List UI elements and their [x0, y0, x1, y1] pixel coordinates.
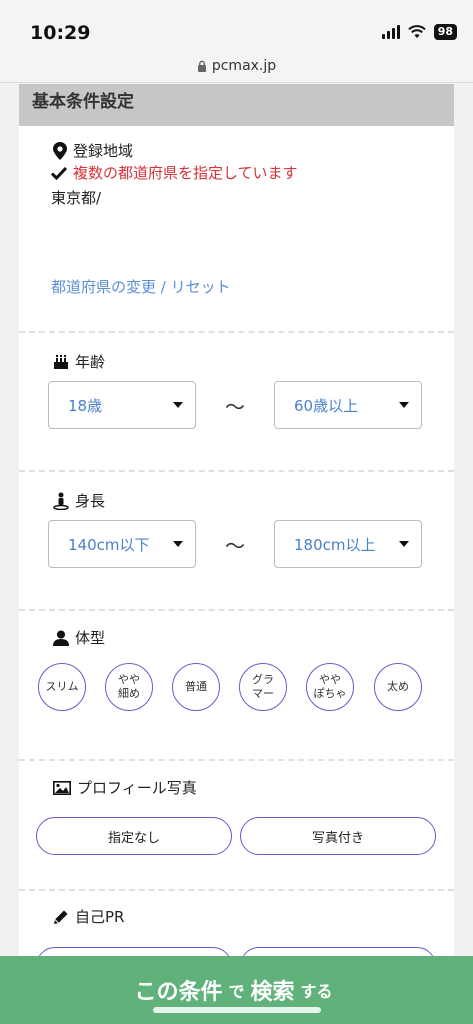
area-block: 登録地域 複数の都道府県を指定しています 東京都/ 都道府県の変更 / リセット [19, 126, 454, 333]
height-title: 身長 [19, 490, 105, 511]
body-type-option-slender[interactable]: やや 細め [105, 663, 153, 711]
signal-icon [381, 25, 400, 39]
age-min-select[interactable]: 18歳 [48, 381, 196, 429]
height-title-label: 身長 [75, 492, 106, 510]
url-text: pcmax.jp [211, 58, 277, 74]
search-button-text-1: この条件 [134, 980, 223, 1005]
person-height-icon [53, 492, 69, 510]
profile-photo-title: プロフィール写真 [19, 777, 197, 798]
area-value: 東京都/ [51, 189, 102, 207]
lock-icon [197, 60, 206, 72]
body-type-option-chubby[interactable]: やや ぽちゃ [306, 663, 354, 711]
age-max-select[interactable]: 60歳以上 [274, 381, 422, 429]
photo-option-unspecified[interactable]: 指定なし [36, 817, 232, 855]
pencil-icon [54, 910, 68, 924]
search-button-text-2: で [228, 982, 245, 1001]
search-button-text-4: する [300, 982, 333, 1001]
area-status-text: 複数の都道府県を指定しています [73, 164, 298, 182]
area-status: 複数の都道府県を指定しています [51, 162, 298, 183]
range-separator: 〜 [225, 395, 245, 419]
self-pr-title: 自己PR [19, 906, 124, 927]
map-pin-icon [53, 141, 67, 160]
self-pr-title-label: 自己PR [75, 908, 125, 926]
area-title-label: 登録地域 [73, 142, 134, 160]
chevron-down-icon [173, 402, 183, 408]
age-block: 年齢 18歳 〜 60歳以上 [19, 333, 454, 472]
body-type-option-glamour[interactable]: グラ マー [239, 663, 287, 711]
age-title-label: 年齢 [75, 353, 106, 371]
area-title: 登録地域 [19, 140, 133, 161]
height-min-value: 140cm以下 [68, 535, 150, 554]
body-type-option-slim[interactable]: スリム [38, 663, 86, 711]
status-time: 10:29 [30, 22, 91, 44]
section-title: 基本条件設定 [19, 84, 454, 126]
age-max-value: 60歳以上 [294, 396, 359, 415]
url-bar[interactable]: pcmax.jp [0, 50, 473, 83]
height-max-value: 180cm以上 [294, 535, 376, 554]
image-icon [53, 780, 71, 795]
photo-option-with-photo[interactable]: 写真付き [240, 817, 436, 855]
search-conditions-panel: 基本条件設定 登録地域 複数の都道府県を指定しています 東京都/ 都道府県の変更… [19, 84, 454, 1024]
body-type-options: スリム やや 細め 普通 グラ マー やや ぽちゃ 太め [38, 663, 428, 713]
area-change-reset-link[interactable]: 都道府県の変更 / リセット [51, 276, 231, 297]
battery-icon: 98 [433, 24, 457, 40]
age-title: 年齢 [19, 351, 105, 372]
chevron-down-icon [399, 541, 409, 547]
home-indicator[interactable] [153, 1007, 321, 1013]
profile-photo-title-label: プロフィール写真 [77, 779, 197, 797]
status-icons: 98 [381, 24, 457, 40]
height-max-select[interactable]: 180cm以上 [274, 520, 422, 568]
wifi-icon [407, 25, 426, 38]
search-button-text-3: 検索 [250, 980, 295, 1005]
range-separator: 〜 [225, 534, 245, 558]
cake-icon [54, 354, 68, 369]
body-type-title-label: 体型 [75, 629, 106, 647]
body-type-option-average[interactable]: 普通 [172, 663, 220, 711]
age-min-value: 18歳 [68, 396, 103, 415]
profile-photo-block: プロフィール写真 指定なし 写真付き [19, 761, 454, 891]
chevron-down-icon [173, 541, 183, 547]
user-icon [53, 630, 69, 646]
check-icon [51, 166, 67, 180]
height-min-select[interactable]: 140cm以下 [48, 520, 196, 568]
chevron-down-icon [399, 402, 409, 408]
height-block: 身長 140cm以下 〜 180cm以上 [19, 472, 454, 611]
search-button[interactable]: この条件 で 検索 する [0, 956, 473, 1024]
body-type-title: 体型 [19, 627, 105, 648]
body-type-block: 体型 スリム やや 細め 普通 グラ マー やや ぽちゃ 太め [19, 611, 454, 761]
body-type-option-heavy[interactable]: 太め [374, 663, 422, 711]
